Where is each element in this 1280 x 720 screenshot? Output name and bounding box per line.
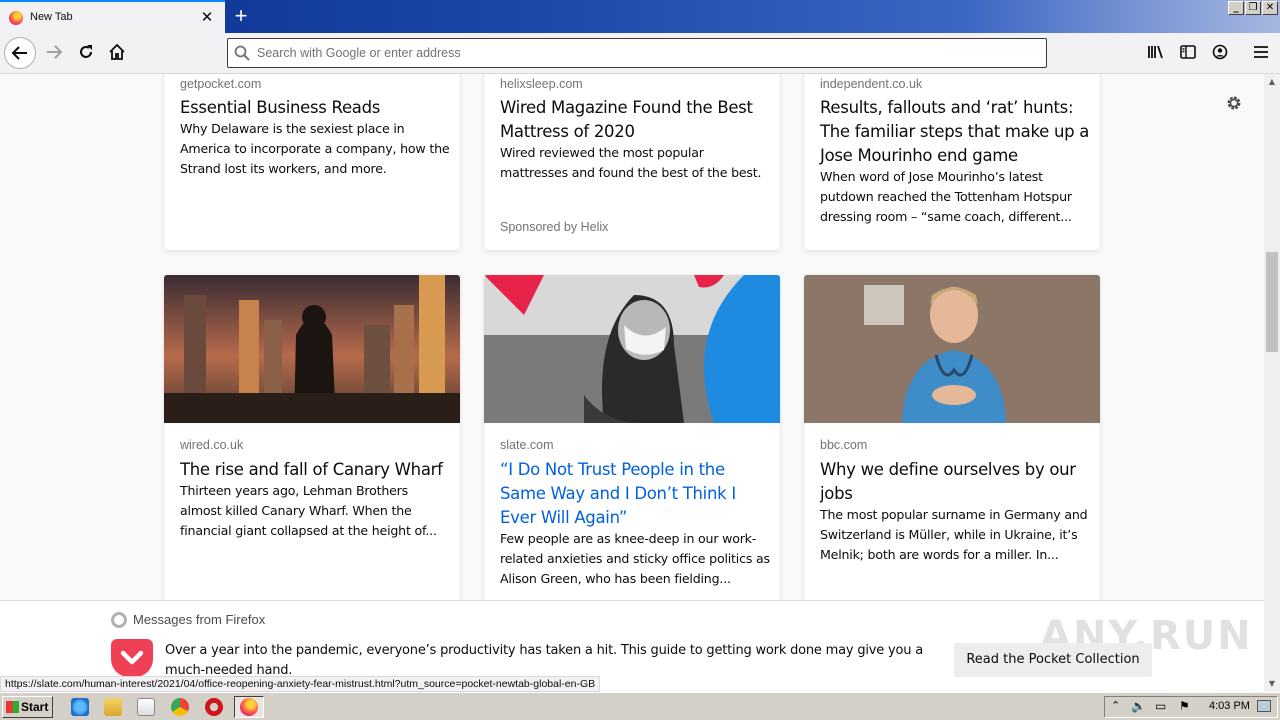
- search-icon: [234, 45, 250, 61]
- story-source: helixsleep.com: [500, 77, 583, 91]
- back-arrow-icon: [11, 46, 27, 60]
- system-tray: ⌃ 🔈 ▭ ⚑ 4:03 PM: [1104, 696, 1278, 718]
- reload-button[interactable]: [70, 36, 102, 68]
- story-excerpt: When word of Jose Mourinho’s latest putd…: [820, 169, 1072, 224]
- story-card[interactable]: getpocket.com Essential Business Reads W…: [164, 74, 460, 250]
- story-card[interactable]: independent.co.uk Results, fallouts and …: [804, 74, 1100, 250]
- sidebar-icon: [1180, 45, 1196, 59]
- network-icon[interactable]: ▭: [1155, 699, 1166, 713]
- opera-icon[interactable]: [205, 698, 223, 716]
- home-button[interactable]: [101, 36, 133, 68]
- story-source: independent.co.uk: [820, 77, 923, 91]
- sponsored-label: Sponsored by Helix: [500, 220, 609, 234]
- start-label: Start: [21, 700, 49, 714]
- library-icon: [1148, 45, 1163, 59]
- message-heading: Messages from Firefox: [133, 612, 266, 627]
- story-excerpt: Why Delaware is the sexiest place in Ame…: [180, 121, 450, 176]
- show-desktop-icon[interactable]: [1257, 700, 1271, 712]
- menu-button[interactable]: [1245, 36, 1277, 68]
- tray-expand-icon[interactable]: ⌃: [1111, 699, 1120, 712]
- story-thumbnail: [804, 275, 1100, 423]
- story-thumbnail: [484, 275, 780, 423]
- account-icon: [1212, 44, 1228, 60]
- sponsored-story-card[interactable]: helixsleep.com Wired Magazine Found the …: [484, 74, 780, 250]
- story-source: wired.co.uk: [180, 438, 244, 452]
- action-center-flag-icon[interactable]: ⚑: [1179, 699, 1190, 713]
- story-card-hovered[interactable]: slate.com “I Do Not Trust People in the …: [484, 275, 780, 600]
- windows-taskbar: Start ⌃ 🔈 ▭ ⚑ 4:03 PM: [0, 692, 1280, 720]
- account-button[interactable]: [1204, 36, 1236, 68]
- folder-icon[interactable]: [104, 698, 122, 716]
- story-source: slate.com: [500, 438, 554, 452]
- hamburger-menu-icon: [1254, 46, 1268, 58]
- story-excerpt: Thirteen years ago, Lehman Brothers almo…: [180, 483, 437, 538]
- story-source: getpocket.com: [180, 77, 262, 91]
- message-body: Over a year into the pandemic, everyone’…: [165, 643, 923, 678]
- tab-strip: New Tab ✕ + _ ❐ ✕: [0, 0, 1280, 33]
- story-source: bbc.com: [820, 438, 868, 452]
- story-title: Why we define ourselves by our jobs: [820, 460, 1076, 503]
- scrollbar-thumb[interactable]: [1266, 252, 1278, 352]
- new-tab-button[interactable]: +: [231, 3, 251, 29]
- story-card[interactable]: wired.co.uk The rise and fall of Canary …: [164, 275, 460, 600]
- story-excerpt: The most popular surname in Germany and …: [820, 507, 1088, 562]
- home-icon: [109, 43, 125, 60]
- start-button[interactable]: Start: [2, 696, 53, 718]
- firefox-icon: [9, 11, 23, 25]
- tab-new-tab[interactable]: New Tab ✕: [0, 0, 225, 33]
- windows-logo-icon: [6, 701, 19, 713]
- messages-icon: [111, 612, 127, 628]
- library-button[interactable]: [1140, 36, 1172, 68]
- tab-close-icon[interactable]: ✕: [199, 8, 215, 26]
- tab-title: New Tab: [30, 11, 73, 23]
- restore-button[interactable]: ❐: [1245, 1, 1261, 15]
- story-title: “I Do Not Trust People in the Same Way a…: [500, 460, 736, 527]
- vertical-scrollbar[interactable]: ▲ ▼: [1264, 74, 1280, 692]
- clock: 4:03 PM: [1209, 700, 1250, 712]
- address-placeholder: Search with Google or enter address: [257, 46, 461, 60]
- story-title: Essential Business Reads: [180, 98, 381, 117]
- story-card[interactable]: bbc.com Why we define ourselves by our j…: [804, 275, 1100, 600]
- story-excerpt: Few people are as knee-deep in our work-…: [500, 531, 770, 586]
- address-bar[interactable]: Search with Google or enter address: [227, 38, 1047, 68]
- gear-icon[interactable]: [1225, 94, 1243, 112]
- forward-button[interactable]: [38, 36, 70, 68]
- scroll-up-arrow-icon[interactable]: ▲: [1264, 74, 1280, 90]
- story-title: Wired Magazine Found the Best Mattress o…: [500, 98, 753, 141]
- forward-arrow-icon: [47, 45, 63, 59]
- minimize-button[interactable]: _: [1228, 1, 1244, 15]
- window-close-button[interactable]: ✕: [1262, 1, 1278, 15]
- reload-icon: [80, 45, 92, 58]
- story-thumbnail: [164, 275, 460, 423]
- volume-icon[interactable]: 🔈: [1131, 699, 1146, 713]
- scroll-down-arrow-icon[interactable]: ▼: [1264, 676, 1280, 692]
- navigation-toolbar: Search with Google or enter address: [0, 33, 1280, 74]
- internet-explorer-icon[interactable]: [71, 698, 89, 716]
- story-excerpt: Wired reviewed the most popular mattress…: [500, 145, 762, 180]
- story-title: The rise and fall of Canary Wharf: [180, 460, 443, 479]
- story-title: Results, fallouts and ‘rat’ hunts: The f…: [820, 98, 1090, 165]
- pocket-icon: [111, 639, 153, 677]
- chrome-icon[interactable]: [171, 698, 189, 716]
- back-button[interactable]: [4, 37, 36, 69]
- status-link-url: https://slate.com/human-interest/2021/04…: [0, 676, 601, 692]
- media-player-icon[interactable]: [137, 698, 155, 716]
- sidebar-button[interactable]: [1172, 36, 1204, 68]
- firefox-icon: [240, 698, 258, 716]
- new-tab-content: getpocket.com Essential Business Reads W…: [0, 74, 1264, 600]
- read-pocket-collection-button[interactable]: Read the Pocket Collection: [954, 643, 1152, 677]
- taskbar-firefox-button[interactable]: [234, 696, 264, 718]
